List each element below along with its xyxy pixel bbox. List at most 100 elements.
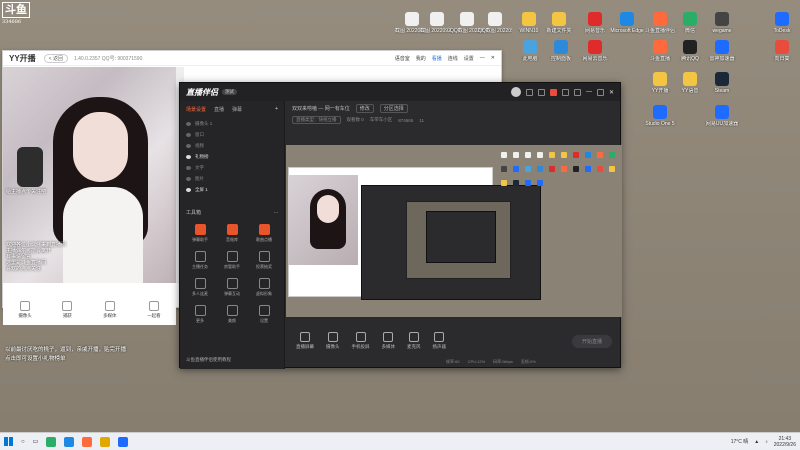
tab-danmaku[interactable]: 弹幕 [232,106,242,113]
toolbox-item[interactable]: 设置 [248,305,280,324]
toolbox-item[interactable]: 虚拟形象 [248,278,280,297]
close-icon[interactable]: ✕ [491,55,495,61]
scene-item[interactable]: 文字 [186,162,278,173]
desktop-icon[interactable]: 截图 2022092... [420,12,454,34]
eye-icon[interactable] [186,165,191,170]
desktop-icon[interactable]: ToDesk [765,12,799,34]
yy-tool-media[interactable]: 多媒体 [103,301,117,319]
speaker-toggle[interactable]: 扬声器 [433,332,446,350]
desktop-icon[interactable]: 控制面板 [544,40,578,62]
desktop-icon[interactable]: Studio One 5 [643,105,677,127]
toolbox-item[interactable]: 弹幕助手 [184,224,216,243]
eye-icon[interactable] [186,154,191,159]
stream-preview[interactable] [286,145,622,317]
desktop-icon[interactable]: 网易UU加速器 [705,105,739,127]
volume-icon[interactable]: ♪ [765,439,768,445]
yy-voice-room[interactable]: 语音室 [395,55,410,62]
mic-toggle[interactable]: 麦克风 [407,332,421,350]
desktop-icon[interactable]: 微信 [673,12,707,34]
desktop-icon[interactable]: 腾讯QQ [673,40,707,62]
yy-tool-watch-together[interactable]: 一起看 [147,301,161,319]
toolbox-item[interactable]: 歌曲点播 [248,224,280,243]
desktop-icon[interactable]: YY语音 [673,72,707,94]
minimize-icon[interactable]: — [586,89,592,95]
scene-item[interactable]: 图片 [186,173,278,184]
search-icon[interactable]: ○ [21,439,25,445]
taskbar-app-icon[interactable] [82,436,93,447]
eye-icon[interactable] [186,143,191,148]
desktop-icon[interactable]: QQ截图 2022092... [478,12,512,34]
toolbox-item[interactable]: 主播任务 [184,251,216,270]
edit-title-button[interactable]: 修改 [355,104,374,113]
app-titlebar[interactable]: 直播伴侣 测试 — ✕ [180,83,620,101]
taskbar-app-icon[interactable] [64,436,75,447]
headset-icon[interactable] [525,88,533,96]
eye-icon[interactable] [186,187,191,192]
source-media[interactable]: 多媒体 [382,332,395,350]
start-live-button[interactable]: 开始直播 [571,334,612,348]
message-icon[interactable] [537,88,545,96]
desktop-icon[interactable]: Microsoft Edge [610,12,644,34]
scene-item[interactable]: 摄像头 1 [186,118,278,129]
desktop-icon[interactable]: 斗鱼直播伴侣 [643,12,677,34]
add-scene-button[interactable]: + [275,106,278,113]
minimize-icon[interactable]: — [480,55,485,61]
eye-icon[interactable] [186,176,191,181]
desktop-icon[interactable]: 斗鱼直播 [643,40,677,62]
toolbox-item[interactable]: 音效库 [216,224,248,243]
record-icon[interactable] [549,88,557,96]
yy-tab-settings[interactable]: 设置 [464,55,474,62]
toolbox-item[interactable]: 美颜 [216,305,248,324]
scene-item[interactable]: 礼物榜 [186,151,278,162]
weather[interactable]: 17°C 晴 [731,438,749,445]
desktop-icon[interactable]: 向日葵 [765,40,799,62]
desktop-icon[interactable]: 网易云音乐 [578,40,612,62]
desktop-icon[interactable]: 此电脑 [513,40,547,62]
taskbar-app-icon[interactable] [100,436,111,447]
toolbox-item[interactable]: 多人连麦 [184,278,216,297]
avatar[interactable] [510,87,521,97]
windows-start-icon[interactable] [4,437,13,446]
streaming-app-window[interactable]: 直播伴侣 测试 — ✕ 场景设置 直播 弹幕 + 摄像头 1 窗口 视频 礼物榜文 [179,82,622,369]
scene-item[interactable]: 全屏 1 [186,184,278,195]
close-icon[interactable]: ✕ [609,89,614,96]
tutorial-link[interactable]: 斗鱼直播伴侣使用教程 [186,357,231,363]
scene-item[interactable]: 窗口 [186,129,278,140]
category-select[interactable]: 分区选择 [379,104,408,113]
source-screen[interactable]: 直播屏幕 [296,332,314,350]
maximize-icon[interactable] [596,88,604,96]
desktop-icon[interactable]: Steam [705,72,739,94]
yy-titlebar[interactable]: YY开播 < 返回 1.40.0.2357 QQ号: 900371590 语音室… [3,51,501,66]
source-camera[interactable]: 摄像头 [326,332,340,350]
toolbox-item[interactable]: 投票抽奖 [248,251,280,270]
toolbox-more-button[interactable]: ... [274,209,278,216]
menu-icon[interactable] [573,88,581,96]
yy-tab-link[interactable]: 连线 [448,55,458,62]
yy-back-button[interactable]: < 返回 [43,53,68,63]
scene-item[interactable]: 视频 [186,140,278,151]
desktop-icon[interactable]: 雷神加速器 [705,40,739,62]
source-phone[interactable]: 手机投屏 [352,332,370,350]
taskbar-app-icon[interactable] [118,436,129,447]
toolbox-item[interactable]: 更多 [184,305,216,324]
desktop-icon[interactable]: 新建文件夹 [542,12,576,34]
taskbar-app-icon[interactable] [46,436,57,447]
yy-tool-capture[interactable]: 捕获 [62,301,73,319]
yy-tool-camera[interactable]: 摄像头 [18,301,32,319]
yy-tab-watch[interactable]: 看播 [432,55,442,62]
eye-icon[interactable] [186,121,191,126]
tab-live[interactable]: 直播 [214,106,224,113]
toolbox-item[interactable]: 房管助手 [216,251,248,270]
skin-icon[interactable] [561,88,569,96]
desktop-icon[interactable]: wegame [705,12,739,34]
desktop-icon[interactable]: YY开播 [643,72,677,94]
network-icon[interactable]: ▲ [754,439,759,445]
desktop-icon[interactable]: 网易音乐 [578,12,612,34]
task-view-icon[interactable]: ▭ [33,438,39,445]
eye-icon[interactable] [186,132,191,137]
yy-tab-mine[interactable]: 我的 [416,55,426,62]
tab-scene-settings[interactable]: 场景设置 [186,106,206,113]
live-type[interactable]: 直播类型：快视立播 [292,116,341,124]
toolbox-item[interactable]: 弹幕互动 [216,278,248,297]
clock[interactable]: 21:43 2022/9/26 [774,436,796,448]
